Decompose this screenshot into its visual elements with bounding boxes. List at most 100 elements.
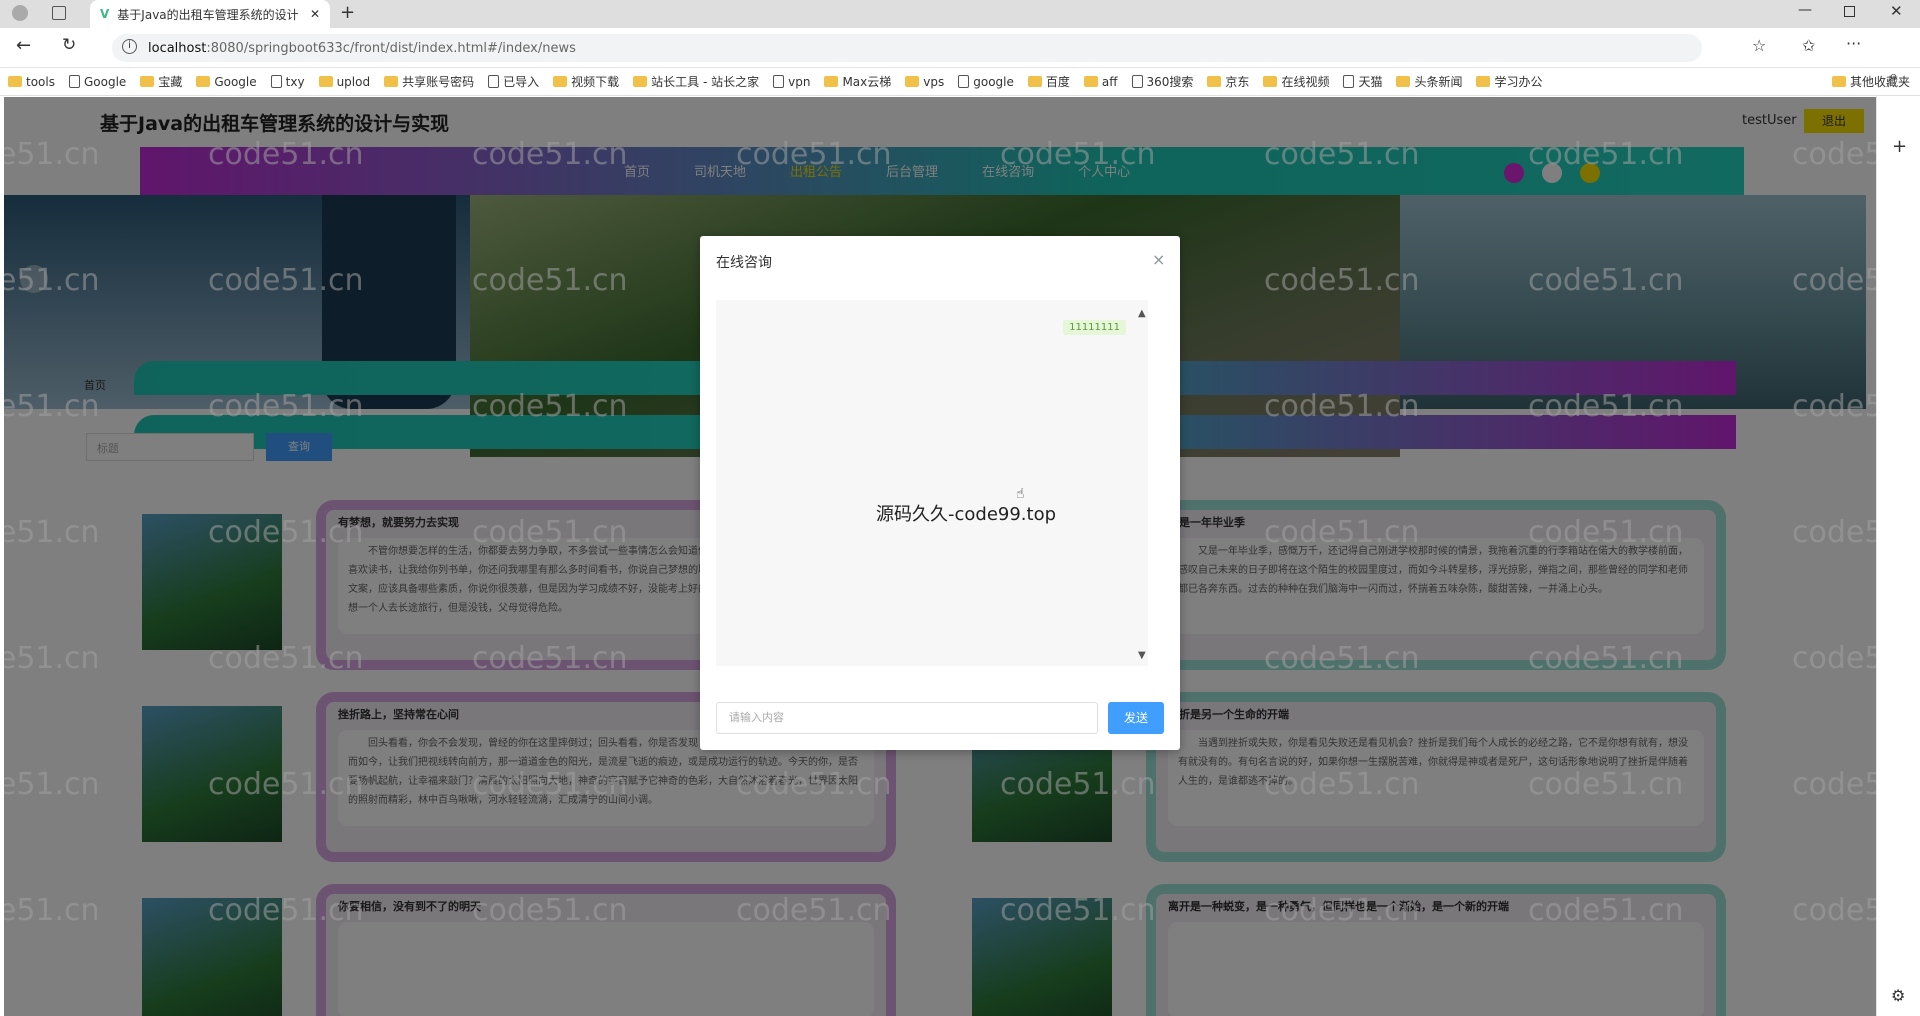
bookmark-label: 360搜索 [1146, 75, 1194, 89]
vue-favicon-icon: V [100, 7, 110, 21]
page-icon [488, 75, 500, 88]
other-bookmarks[interactable]: 其他收藏夹 [1831, 73, 1920, 90]
folder-icon [318, 76, 333, 87]
bookmark-item[interactable]: 京东 [1207, 73, 1249, 90]
tab-close-icon[interactable]: ✕ [310, 7, 320, 21]
bookmark-label: vpn [788, 74, 811, 89]
bookmark-label: google [973, 74, 1014, 89]
folder-icon [8, 76, 22, 87]
message-input[interactable]: 请输入内容 [716, 702, 1098, 734]
folder-icon [384, 76, 399, 87]
bookmark-item[interactable]: 天猫 [1343, 73, 1382, 90]
close-icon[interactable]: × [1152, 250, 1165, 269]
bookmark-label: 天猫 [1358, 75, 1383, 89]
brand-watermark: 源码久久-code99.top [876, 504, 1057, 525]
folder-icon [1396, 76, 1411, 87]
bookmark-item[interactable]: uplod [318, 74, 371, 89]
folder-icon [553, 76, 568, 87]
page-icon [1131, 75, 1143, 88]
bookmark-item[interactable]: 360搜索 [1131, 73, 1194, 90]
bookmark-item[interactable]: Max云梯 [824, 73, 891, 90]
info-icon: i [122, 39, 137, 54]
send-button[interactable]: 发送 [1108, 702, 1164, 734]
chat-message: 11111111 [1063, 320, 1126, 335]
bookmark-item[interactable]: 在线视频 [1263, 73, 1329, 90]
bookmark-item[interactable]: 宝藏 [140, 73, 182, 90]
folder-icon [1831, 76, 1846, 87]
page-icon [958, 75, 970, 88]
add-icon[interactable]: + [1892, 136, 1907, 157]
bookmark-item[interactable]: txy [270, 74, 305, 89]
folder-icon [140, 76, 155, 87]
bookmark-label: 宝藏 [158, 75, 183, 89]
bookmark-label: 学习办公 [1494, 75, 1543, 89]
edge-sidebar: ⌕ + ⚙ [1876, 66, 1920, 1016]
new-tab-icon[interactable]: + [340, 2, 355, 23]
bookmark-item[interactable]: 站长工具 - 站长之家 [633, 73, 759, 90]
chat-history[interactable]: 11111111 ▲ ▼ 源码久久-code99.top ☝ [716, 300, 1148, 666]
bookmark-label: uplod [336, 74, 371, 89]
bookmark-item[interactable]: 视频下载 [553, 73, 619, 90]
scroll-down-icon[interactable]: ▼ [1138, 650, 1146, 661]
page-icon [773, 75, 785, 88]
bookmark-item[interactable]: Google [68, 74, 127, 89]
bookmark-label: 百度 [1045, 75, 1070, 89]
browser-tab[interactable]: V 基于Java的出租车管理系统的设计 ✕ [90, 0, 330, 28]
bookmark-item[interactable]: google [958, 75, 1014, 89]
tab-title: 基于Java的出租车管理系统的设计 [117, 7, 299, 22]
url-host: localhost [148, 40, 207, 56]
folder-icon [1027, 76, 1042, 87]
bookmark-item[interactable]: tools [8, 75, 55, 89]
search-icon[interactable]: ⌕ [1889, 66, 1898, 86]
favorites-icon[interactable]: ✩ [1802, 36, 1815, 55]
url-field[interactable]: i localhost:8080/springboot633c/front/di… [112, 34, 1702, 62]
address-bar: ← ↻ i localhost:8080/springboot633c/fron… [0, 28, 1920, 68]
bookmark-label: Max云梯 [842, 75, 892, 89]
bookmark-item[interactable]: vps [905, 75, 944, 89]
dialog-title: 在线咨询 [716, 255, 772, 271]
bookmark-label: aff [1101, 74, 1118, 89]
bookmark-label: 共享账号密码 [402, 75, 475, 89]
bookmark-label: 头条新闻 [1414, 75, 1463, 89]
bookmark-item[interactable]: 百度 [1027, 73, 1070, 90]
more-icon[interactable]: ··· [1846, 34, 1861, 53]
bookmark-item[interactable]: 头条新闻 [1396, 73, 1462, 90]
bookmark-item[interactable]: vpn [773, 75, 810, 89]
settings-icon[interactable]: ⚙ [1891, 986, 1905, 1005]
bookmark-item[interactable]: Google [196, 74, 257, 89]
folder-icon [1263, 76, 1278, 87]
bookmark-label: 已导入 [503, 75, 540, 89]
page-icon [1343, 75, 1355, 88]
bookmark-item[interactable]: 已导入 [488, 73, 539, 90]
profile-icon[interactable] [12, 5, 28, 21]
page-icon [270, 75, 282, 88]
bookmark-label: tools [26, 74, 55, 89]
bookmark-label: txy [285, 74, 305, 89]
folder-icon [196, 76, 211, 87]
minimize-icon[interactable]: — [1798, 2, 1812, 18]
bookmark-label: Google [214, 74, 257, 89]
chat-dialog: 在线咨询 × 11111111 ▲ ▼ 源码久久-code99.top ☝ 请输… [700, 236, 1180, 750]
page-icon [68, 75, 80, 88]
bookmark-item[interactable]: 学习办公 [1476, 73, 1543, 90]
scroll-up-icon[interactable]: ▲ [1138, 308, 1146, 319]
folder-icon [633, 76, 648, 87]
close-window-icon[interactable]: ✕ [1890, 2, 1903, 20]
bookmark-label: Google [83, 74, 127, 89]
folder-icon [1476, 76, 1491, 87]
bookmarks-bar: tools Google 宝藏 Google txy uplod 共享账号密码 已导入 视频下载… [0, 68, 1920, 96]
folder-icon [1083, 76, 1098, 87]
tab-actions-icon[interactable] [52, 6, 66, 20]
maximize-icon[interactable] [1844, 6, 1855, 17]
reload-icon[interactable]: ↻ [62, 35, 76, 55]
other-bookmarks-label: 其他收藏夹 [1849, 75, 1910, 89]
bookmark-item[interactable]: aff [1083, 74, 1118, 89]
star-icon[interactable]: ☆ [1752, 36, 1766, 55]
folder-icon [1207, 76, 1222, 87]
bookmark-item[interactable]: 共享账号密码 [384, 73, 474, 90]
folder-icon [824, 76, 839, 87]
browser-tab-bar: V 基于Java的出租车管理系统的设计 ✕ + — ✕ [0, 0, 1920, 28]
bookmark-label: 京东 [1225, 75, 1250, 89]
back-icon[interactable]: ← [16, 35, 31, 56]
bookmark-label: 在线视频 [1281, 75, 1330, 89]
